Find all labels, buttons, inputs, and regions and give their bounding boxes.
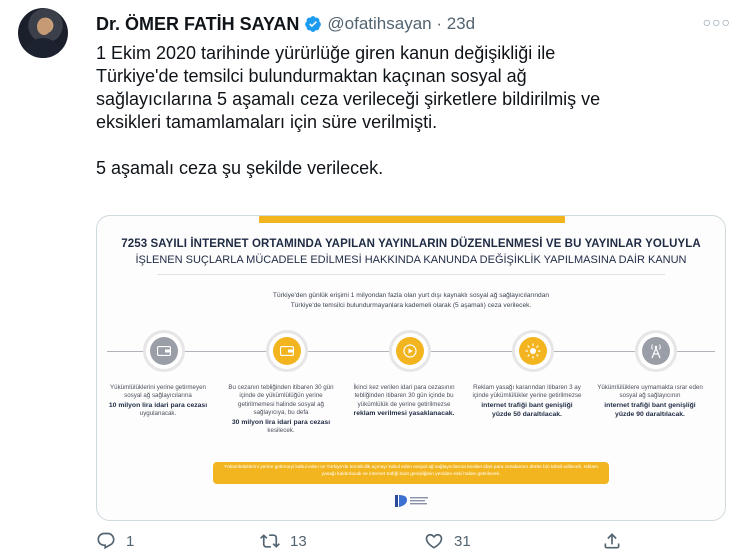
step-circle — [143, 330, 185, 372]
share-icon — [604, 533, 620, 549]
penalty-step-1: Yükümlülüklerini yerine getirmeyen sosya… — [103, 330, 213, 418]
infographic-subtitle: Türkiye'den günlük erişimi 1 milyondan f… — [167, 291, 655, 311]
step-circle — [266, 330, 308, 372]
tweet-text: 1 Ekim 2020 tarihinde yürürlüğe giren ka… — [96, 42, 726, 180]
step-circle — [512, 330, 554, 372]
retweet-button[interactable]: 13 — [260, 531, 307, 551]
author-handle-time[interactable]: @ofatihsayan · 23d — [327, 14, 475, 34]
penalty-step-5: Yükümlülüklere uymamakta ısrar eden sosy… — [595, 330, 705, 419]
avatar-face — [37, 18, 51, 35]
step-text: uygulanacak. — [139, 409, 177, 417]
step-text-bold: 10 milyon lira idari para cezası — [108, 401, 208, 409]
btk-logo-icon — [395, 495, 428, 507]
step-description: Yükümlülüklere uymamakta ısrar eden sosy… — [595, 384, 705, 419]
accent-bar — [259, 216, 565, 223]
avatar-shoulders — [26, 38, 60, 58]
penalty-step-3: İkinci kez verilen idari para cezasının … — [349, 330, 459, 418]
step-text-bold: internet trafiği bant genişliği yüzde 50… — [481, 401, 573, 418]
antenna-icon — [642, 337, 670, 365]
step-text-bold: reklam verilmesi yasaklanacak. — [353, 410, 455, 418]
infographic-subtitle-line: Türkiye'den günlük erişimi 1 milyondan f… — [272, 292, 550, 299]
step-description: Bu cezanın tebliğinden itibaren 30 gün i… — [226, 384, 336, 435]
tweet-text-line: sağlayıcılarına 5 aşamalı ceza verileceğ… — [96, 89, 601, 109]
infographic-title-line2: İŞLENEN SUÇLARLA MÜCADELE EDİLMESİ HAKKI… — [135, 254, 687, 266]
sun-icon — [519, 337, 547, 365]
like-button[interactable]: 31 — [424, 531, 471, 551]
heart-icon — [425, 533, 443, 549]
infographic-image[interactable]: 7253 SAYILI İNTERNET ORTAMINDA YAPILAN Y… — [96, 215, 726, 521]
tweet-text-line: Türkiye'de temsilci bulundurmaktan kaçın… — [96, 66, 527, 86]
reply-icon — [97, 532, 115, 550]
wallet-icon — [273, 337, 301, 365]
verified-badge-icon — [305, 16, 322, 32]
tweet-text-line: 5 aşamalı ceza şu şekilde verilecek. — [96, 158, 384, 178]
step-text: Bu cezanın tebliğinden itibaren 30 gün i… — [228, 384, 334, 417]
infographic-subtitle-line: Türkiye'de temsilci bulundurmayanlara ka… — [290, 302, 532, 309]
like-count: 31 — [454, 532, 471, 550]
step-description: İkinci kez verilen idari para cezasının … — [349, 384, 459, 418]
tweet-actions: 1 13 31 — [96, 531, 726, 553]
infographic-footer-note: Yükümlülüklerini yerine getirmeyi kabul … — [213, 462, 609, 484]
divider — [157, 274, 665, 275]
step-circle — [635, 330, 677, 372]
share-button[interactable] — [602, 531, 622, 551]
penalty-step-2: Bu cezanın tebliğinden itibaren 30 gün i… — [226, 330, 336, 435]
avatar[interactable] — [18, 8, 68, 58]
more-dots-icon[interactable]: ○○○ — [703, 14, 731, 30]
step-text-bold: internet trafiği bant genişliği yüzde 90… — [604, 401, 696, 418]
step-description: Yükümlülüklerini yerine getirmeyen sosya… — [103, 384, 213, 418]
step-circle — [389, 330, 431, 372]
tweet-header: Dr. ÖMER FATİH SAYAN @ofatihsayan · 23d — [96, 12, 475, 36]
tweet-text-line: eksikleri tamamlamaları için süre verilm… — [96, 112, 438, 132]
penalty-step-4: Reklam yasağı kararından itibaren 3 ay i… — [472, 330, 582, 419]
step-text: Yükümlülüklere uymamakta ısrar eden sosy… — [597, 384, 703, 400]
author-name[interactable]: Dr. ÖMER FATİH SAYAN — [96, 14, 299, 35]
step-text: Reklam yasağı kararından itibaren 3 ay i… — [472, 384, 582, 400]
reply-count: 1 — [126, 532, 135, 550]
infographic-title: 7253 SAYILI İNTERNET ORTAMINDA YAPILAN Y… — [121, 238, 701, 250]
step-text-bold: 30 milyon lira idari para cezası — [231, 418, 331, 426]
step-text: kesilecek. — [267, 426, 295, 434]
retweet-icon — [260, 534, 280, 548]
tweet-text-line: 1 Ekim 2020 tarihinde yürürlüğe giren ka… — [96, 43, 556, 63]
step-text: İkinci kez verilen idari para cezasının … — [353, 384, 455, 408]
wallet-icon — [150, 337, 178, 365]
play-icon — [396, 337, 424, 365]
step-description: Reklam yasağı kararından itibaren 3 ay i… — [472, 384, 582, 419]
retweet-count: 13 — [290, 532, 307, 550]
reply-button[interactable]: 1 — [96, 531, 134, 551]
step-text: Yükümlülüklerini yerine getirmeyen sosya… — [110, 384, 206, 400]
